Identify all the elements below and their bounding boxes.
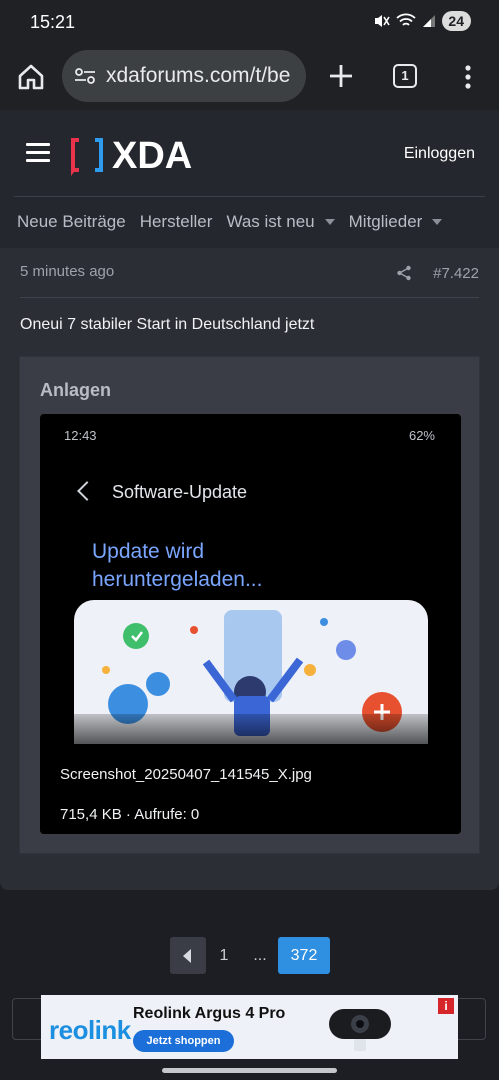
nav-whats-new[interactable]: Was ist neu — [226, 212, 335, 232]
attachments-block: Anlagen 12:43 62% Software-Update Update… — [19, 356, 480, 854]
ad-banner[interactable]: reolink Reolink Argus 4 Pro Jetzt shoppe… — [41, 995, 458, 1059]
page-link-first[interactable]: 1 — [206, 937, 242, 974]
nav-label: Neue Beiträge — [17, 212, 126, 231]
nav-manufacturers[interactable]: Hersteller — [140, 212, 213, 232]
attachment-filename[interactable]: Screenshot_20250407_141545_X.jpg — [60, 766, 312, 783]
share-icon[interactable] — [396, 265, 412, 281]
chevron-down-icon[interactable] — [324, 219, 335, 225]
thumbnail-status-time: 12:43 — [64, 428, 97, 443]
post-divider — [20, 297, 479, 298]
wifi-icon — [396, 13, 417, 26]
battery-indicator: 24 — [442, 11, 471, 31]
tab-switcher-button[interactable]: 1 — [393, 64, 417, 88]
nav-label: Was ist neu — [226, 212, 315, 231]
nav-new-posts[interactable]: Neue Beiträge — [17, 212, 126, 232]
signal-icon — [423, 15, 436, 27]
xda-logo[interactable]: XDA — [68, 132, 228, 183]
home-icon[interactable] — [16, 62, 46, 92]
forum-nav: Neue Beiträge Hersteller Was ist neu Mit… — [17, 212, 443, 232]
post-number-link[interactable]: #7.422 — [433, 265, 479, 282]
forum-post: 5 minutes ago #7.422 Oneui 7 stabiler St… — [0, 248, 499, 890]
url-text[interactable]: xdaforums.com/t/be — [106, 64, 290, 88]
thumbnail-screen-title: Software-Update — [112, 482, 248, 502]
status-bar: 15:21 24 — [0, 0, 499, 44]
browser-toolbar: xdaforums.com/t/be 1 — [0, 44, 499, 110]
nav-members[interactable]: Mitglieder — [349, 212, 443, 232]
ad-brand-logo: reolink — [49, 1015, 131, 1045]
thumbnail-heading-line: Update wird — [92, 540, 205, 563]
attachment-card[interactable]: 12:43 62% Software-Update Update wird he… — [40, 414, 461, 834]
post-body: Oneui 7 stabiler Start in Deutschland je… — [20, 316, 315, 333]
address-bar[interactable]: xdaforums.com/t/be — [62, 50, 306, 102]
attachments-title: Anlagen — [40, 380, 112, 400]
status-time: 15:21 — [30, 12, 76, 32]
ad-info-icon[interactable]: i — [438, 998, 454, 1014]
thumbnail-back-icon — [77, 481, 97, 501]
camera-product-image — [329, 1009, 391, 1051]
site-settings-icon[interactable] — [74, 67, 96, 85]
nav-label: Hersteller — [139, 212, 213, 231]
hamburger-menu-icon[interactable] — [26, 143, 50, 165]
more-menu-icon[interactable] — [456, 62, 480, 92]
current-page[interactable]: 372 — [278, 937, 330, 974]
logo-text: XDA — [112, 135, 192, 177]
ad-title: Reolink Argus 4 Pro — [133, 1005, 286, 1022]
thumbnail-status-battery: 62% — [408, 428, 435, 443]
previous-page-button[interactable] — [170, 937, 206, 974]
attachment-meta: 715,4 KB · Aufrufe: 0 — [60, 806, 200, 823]
post-timestamp[interactable]: 5 minutes ago — [20, 263, 114, 280]
thumbnail-heading: Update wird heruntergeladen... — [92, 538, 422, 594]
nav-label: Mitglieder — [348, 212, 423, 231]
site-header: XDA Einloggen Neue Beiträge Hersteller W… — [0, 110, 499, 248]
new-tab-icon[interactable] — [326, 61, 356, 91]
page-ellipsis[interactable]: ... — [242, 937, 278, 974]
header-divider — [14, 196, 485, 197]
chevron-down-icon[interactable] — [432, 219, 443, 225]
ad-shop-button[interactable]: Jetzt shoppen — [133, 1030, 234, 1052]
mute-icon — [375, 15, 391, 27]
status-icons: 24 — [372, 11, 471, 31]
thumbnail-heading-line: heruntergeladen... — [92, 568, 263, 591]
login-link[interactable]: Einloggen — [404, 145, 475, 163]
gesture-navigation-bar[interactable] — [162, 1068, 337, 1073]
pagination: 1 ... 372 — [170, 937, 330, 974]
